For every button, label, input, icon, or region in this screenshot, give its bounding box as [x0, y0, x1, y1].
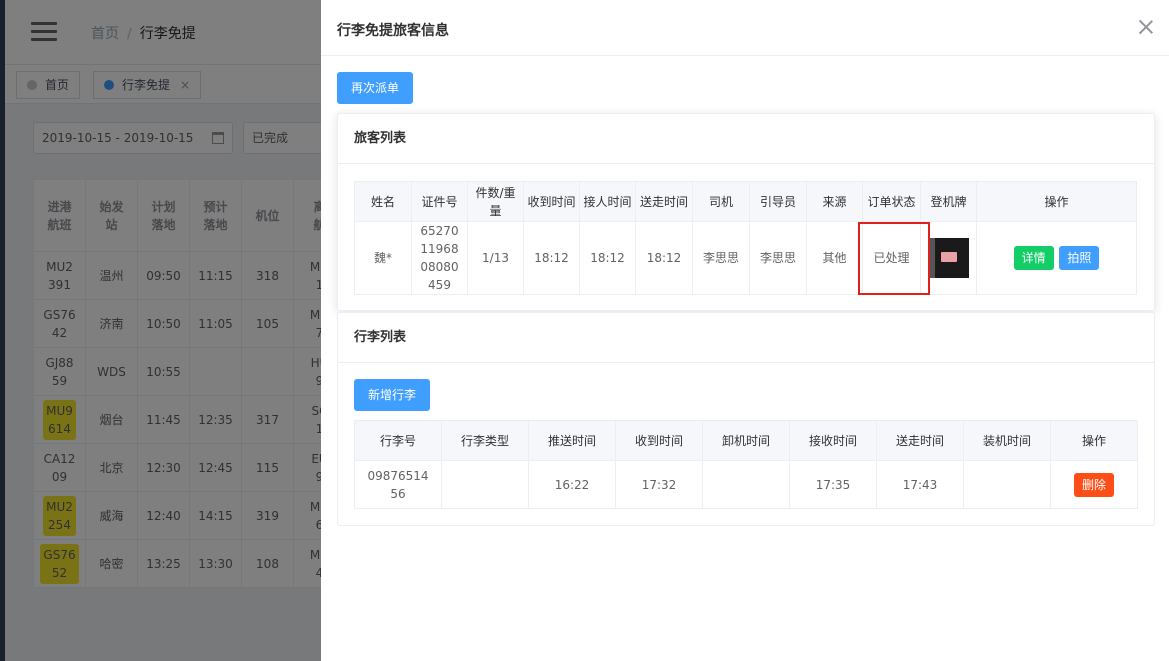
luggage-push-time: 16:22	[528, 460, 616, 509]
drawer-title: 行李免提旅客信息	[337, 23, 449, 39]
luggage-accept-time: 17:35	[789, 460, 877, 509]
passenger-list-title: 旅客列表	[338, 114, 1154, 164]
passenger-driver: 李思思	[692, 221, 750, 295]
passenger-info-drawer: 行李免提旅客信息 再次派单 旅客列表 姓名 证件号 件数/重量 收到时间 接人时…	[321, 0, 1169, 661]
passenger-actions: 详情 拍照	[976, 221, 1137, 295]
column-header: 订单状态	[862, 181, 921, 222]
column-header: 姓名	[354, 181, 412, 222]
column-header: 行李号	[354, 420, 442, 461]
luggage-type	[441, 460, 529, 509]
column-header: 装机时间	[963, 420, 1051, 461]
luggage-row: 09876514 56 16:22 17:32 17:35 17:43 删除	[354, 460, 1138, 509]
luggage-unload-time	[702, 460, 790, 509]
luggage-table: 行李号 行李类型 推送时间 收到时间 卸机时间 接收时间 送走时间 装机时间 操…	[354, 420, 1138, 509]
luggage-load-time	[963, 460, 1051, 509]
delete-button[interactable]: 删除	[1073, 472, 1114, 497]
passenger-row: 魏* 65270 11968 08080 459 1/13 18:12 18:1…	[354, 221, 1137, 295]
passenger-received-time: 18:12	[523, 221, 580, 295]
passenger-name: 魏*	[354, 221, 412, 295]
luggage-table-header-row: 行李号 行李类型 推送时间 收到时间 卸机时间 接收时间 送走时间 装机时间 操…	[354, 420, 1138, 461]
luggage-number: 09876514 56	[354, 460, 442, 509]
column-header: 司机	[692, 181, 750, 222]
column-header: 证件号	[411, 181, 468, 222]
drawer-header: 行李免提旅客信息	[321, 0, 1169, 56]
boarding-pass-thumbnail[interactable]	[928, 238, 969, 278]
column-header: 来源	[806, 181, 863, 222]
column-header: 送走时间	[876, 420, 964, 461]
status-highlight-box	[858, 222, 930, 295]
passenger-guide: 李思思	[749, 221, 807, 295]
column-header: 登机牌	[920, 181, 977, 222]
luggage-actions: 删除	[1050, 460, 1138, 509]
add-luggage-button[interactable]: 新增行李	[354, 379, 431, 411]
column-header: 行李类型	[441, 420, 529, 461]
column-header: 收到时间	[615, 420, 703, 461]
passenger-table: 姓名 证件号 件数/重量 收到时间 接人时间 送走时间 司机 引导员 来源 订单…	[354, 181, 1137, 295]
column-header: 接人时间	[579, 181, 636, 222]
passenger-id-number: 65270 11968 08080 459	[411, 221, 468, 295]
passenger-list-card: 旅客列表 姓名 证件号 件数/重量 收到时间 接人时间 送走时间 司机 引导员 …	[337, 113, 1155, 311]
column-header: 引导员	[749, 181, 807, 222]
column-header: 送走时间	[635, 181, 693, 222]
passenger-pickup-time: 18:12	[579, 221, 636, 295]
passenger-table-header-row: 姓名 证件号 件数/重量 收到时间 接人时间 送走时间 司机 引导员 来源 订单…	[354, 181, 1137, 222]
passenger-sent-time: 18:12	[635, 221, 693, 295]
column-header: 操作	[1050, 420, 1138, 461]
detail-button[interactable]: 详情	[1013, 246, 1054, 270]
luggage-list-title: 行李列表	[338, 313, 1154, 363]
column-header: 件数/重量	[467, 181, 524, 222]
passenger-count-weight: 1/13	[467, 221, 524, 295]
redispatch-button[interactable]: 再次派单	[337, 72, 414, 104]
column-header: 接收时间	[789, 420, 877, 461]
close-icon[interactable]	[1139, 20, 1153, 34]
passenger-source: 其他	[806, 221, 863, 295]
column-header: 卸机时间	[702, 420, 790, 461]
column-header: 操作	[976, 181, 1137, 222]
luggage-received-time: 17:32	[615, 460, 703, 509]
photo-button[interactable]: 拍照	[1059, 246, 1100, 270]
column-header: 收到时间	[523, 181, 580, 222]
column-header: 推送时间	[528, 420, 616, 461]
luggage-list-card: 行李列表 新增行李 行李号 行李类型 推送时间 收到时间 卸机时间 接收时间 送…	[337, 312, 1155, 526]
luggage-sent-time: 17:43	[876, 460, 964, 509]
